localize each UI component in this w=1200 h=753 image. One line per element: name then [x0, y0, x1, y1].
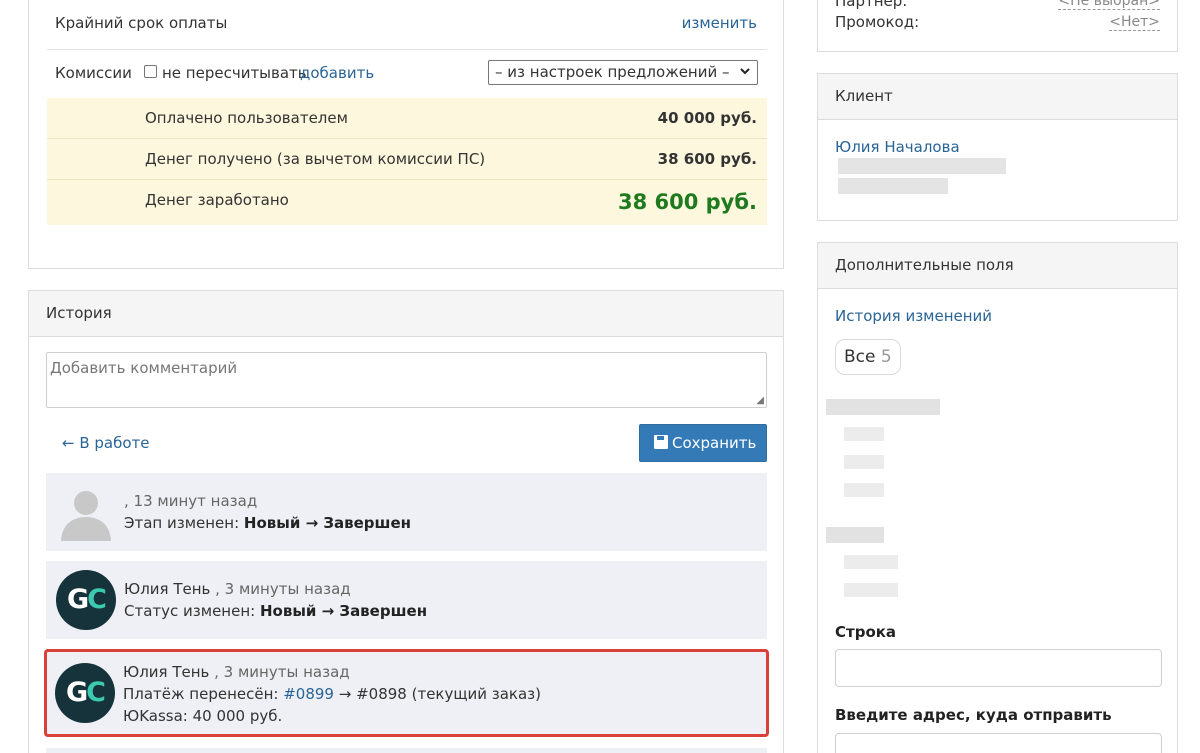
- resize-grip-icon[interactable]: ◢: [756, 395, 764, 406]
- partner-value[interactable]: <Не выбран>: [1058, 0, 1160, 10]
- redacted-client-info: [838, 178, 948, 194]
- filter-all-pill[interactable]: Все 5: [835, 339, 901, 375]
- commission-select[interactable]: – из настроек предложений –: [488, 60, 758, 85]
- summary-paid-value: 40 000 руб.: [657, 109, 757, 127]
- redacted-client-info: [838, 158, 1006, 174]
- address-field-input[interactable]: [835, 733, 1162, 753]
- string-field-label: Строка: [835, 623, 897, 641]
- summary-paid-label: Оплачено пользователем: [145, 109, 348, 127]
- commission-label: Комиссии: [55, 64, 132, 82]
- no-recalc-checkbox[interactable]: [144, 65, 157, 78]
- promo-value[interactable]: <Нет>: [1109, 14, 1160, 31]
- save-button-label: Сохранить: [672, 434, 757, 452]
- commission-row: Комиссии не пересчитывать добавить – из …: [47, 50, 767, 98]
- summary-received-label: Денег получено (за вычетом комиссии ПС): [145, 150, 486, 168]
- summary-received-value: 38 600 руб.: [657, 150, 757, 168]
- deadline-row: Крайний срок оплаты изменить: [47, 0, 767, 50]
- redacted-field: [844, 483, 884, 497]
- deadline-label: Крайний срок оплаты: [55, 14, 228, 32]
- extra-fields-card: Дополнительные поля История изменений Вс…: [817, 242, 1178, 753]
- event-change-prefix: Платёж перенесён:: [123, 685, 284, 703]
- client-card: Клиент Юлия Началова: [817, 73, 1178, 221]
- event-time: , 13 минут назад: [124, 492, 258, 510]
- summary-row-paid: Оплачено пользователем 40 000 руб.: [47, 98, 767, 139]
- client-title: Клиент: [818, 74, 1177, 120]
- event-time: , 3 минуты назад: [210, 580, 351, 598]
- history-title: История: [29, 291, 783, 337]
- history-card: История Добавить комментарий ◢ ← В работ…: [28, 290, 784, 753]
- event-text: Юлия Тень , 3 минуты назад Платёж перене…: [123, 661, 541, 727]
- redacted-field: [844, 555, 898, 569]
- commission-select-value: – из настроек предложений –: [495, 63, 730, 81]
- event-change-value: Новый → Завершен: [243, 514, 412, 532]
- event-text: , 13 минут назад Этап изменен: Новый → З…: [124, 490, 411, 534]
- event-payment-line: ЮKassa: 40 000 руб.: [123, 707, 283, 725]
- comment-textarea[interactable]: Добавить комментарий ◢: [46, 352, 767, 408]
- no-recalc-label: не пересчитывать: [162, 64, 307, 82]
- event-author: Юлия Тень: [124, 580, 211, 598]
- deadline-change-link[interactable]: изменить: [682, 14, 757, 32]
- redacted-field: [826, 399, 940, 415]
- comment-placeholder: Добавить комментарий: [50, 359, 238, 377]
- event-change-suffix: → #0898 (текущий заказ): [333, 685, 541, 703]
- extra-fields-title: Дополнительные поля: [818, 243, 1177, 289]
- redacted-field: [844, 427, 884, 441]
- filter-all-count: 5: [880, 347, 892, 367]
- summary-row-earned: Денег заработано 38 600 руб.: [47, 180, 767, 225]
- history-event-highlighted: GC Юлия Тень , 3 минуты назад Платёж пер…: [44, 649, 769, 737]
- redacted-field: [844, 583, 898, 597]
- floppy-disk-icon: [654, 435, 668, 449]
- summary-earned-value: 38 600 руб.: [617, 190, 757, 214]
- filter-all-label: Все: [844, 347, 876, 367]
- save-button[interactable]: Сохранить: [639, 424, 767, 462]
- order-link[interactable]: #0899: [283, 685, 334, 703]
- history-event: [46, 748, 767, 753]
- summary-earned-label: Денег заработано: [145, 191, 289, 209]
- user-avatar: GC: [56, 570, 116, 630]
- back-to-stage-link[interactable]: ← В работе: [62, 434, 150, 452]
- partner-label: Партнер:: [835, 0, 908, 10]
- change-history-link[interactable]: История изменений: [835, 307, 992, 325]
- add-commission-link[interactable]: добавить: [300, 64, 374, 82]
- chevron-down-icon: [739, 63, 751, 83]
- client-name-link[interactable]: Юлия Началова: [835, 138, 960, 156]
- event-text: Юлия Тень , 3 минуты назад Статус измене…: [124, 578, 427, 622]
- partner-card: Партнер: <Не выбран> Промокод: <Нет>: [817, 0, 1178, 52]
- payment-summary: Оплачено пользователем 40 000 руб. Денег…: [47, 98, 767, 225]
- summary-row-received: Денег получено (за вычетом комиссии ПС) …: [47, 139, 767, 180]
- default-avatar-icon: [56, 483, 116, 543]
- event-author: Юлия Тень: [123, 663, 210, 681]
- event-change-prefix: Статус изменен:: [124, 602, 260, 620]
- redacted-field: [826, 527, 884, 543]
- history-event: GC Юлия Тень , 3 минуты назад Статус изм…: [46, 561, 767, 639]
- event-change-value: Новый → Завершен: [259, 602, 428, 620]
- payment-card: Крайний срок оплаты изменить Комиссии не…: [28, 0, 784, 269]
- user-avatar: GC: [55, 663, 115, 723]
- string-field-input[interactable]: [835, 649, 1162, 687]
- address-field-label: Введите адрес, куда отправить: [835, 706, 1112, 724]
- redacted-field: [844, 455, 884, 469]
- history-event: , 13 минут назад Этап изменен: Новый → З…: [46, 473, 767, 551]
- event-time: , 3 минуты назад: [209, 663, 350, 681]
- promo-label: Промокод:: [835, 13, 920, 31]
- event-change-prefix: Этап изменен:: [124, 514, 244, 532]
